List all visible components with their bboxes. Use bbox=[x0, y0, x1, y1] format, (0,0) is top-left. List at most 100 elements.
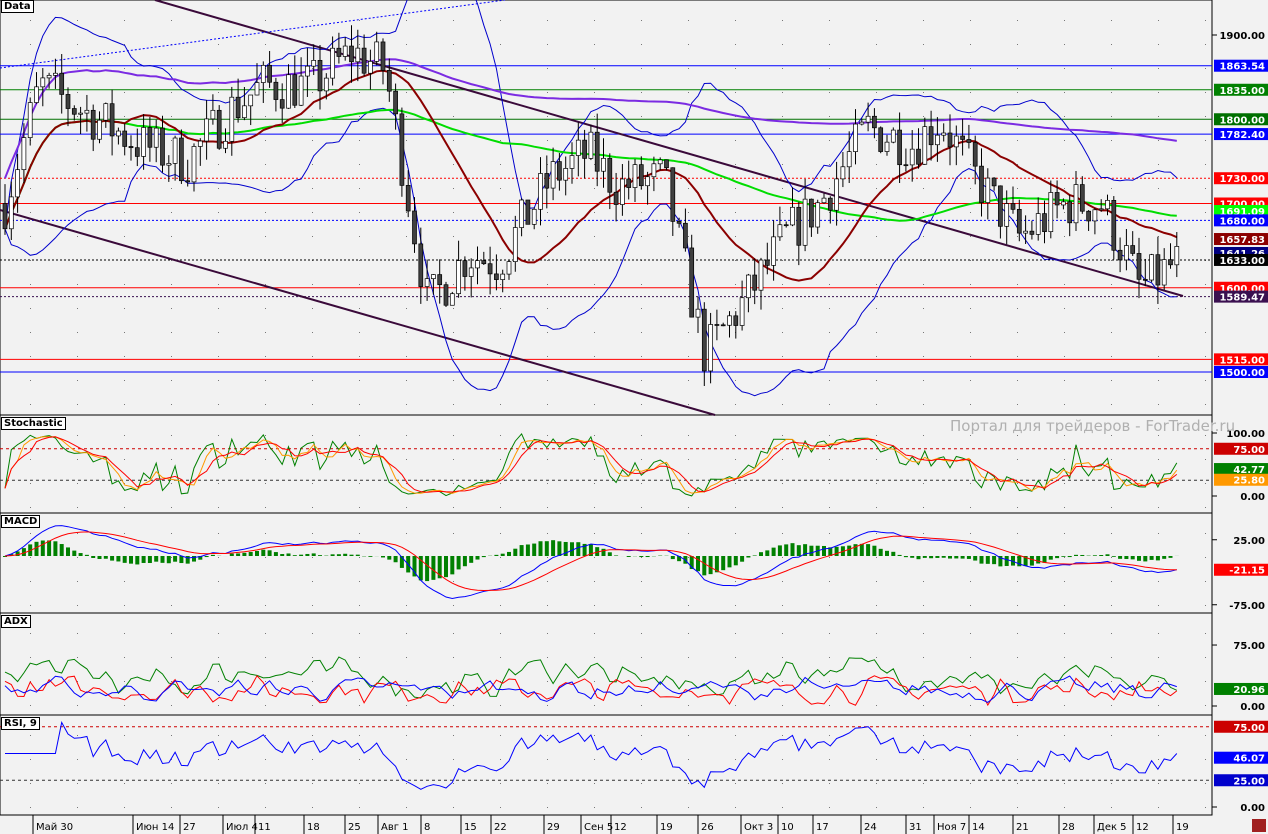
candle-body bbox=[399, 113, 405, 186]
grid-dot bbox=[124, 657, 125, 658]
grid-dot bbox=[876, 581, 877, 582]
macd-histogram-bar bbox=[179, 556, 184, 564]
stoch-value-label: 25.80 bbox=[1233, 476, 1265, 487]
grid-dot bbox=[124, 164, 125, 165]
grid-dot bbox=[124, 783, 125, 784]
grid-dot bbox=[735, 236, 736, 237]
grid-dot bbox=[406, 657, 407, 658]
grid-dot bbox=[312, 380, 313, 381]
grid-dot bbox=[594, 533, 595, 534]
grid-dot bbox=[1111, 783, 1112, 784]
macd-tick-label: -75.00 bbox=[1229, 601, 1265, 612]
grid-dot bbox=[1205, 236, 1206, 237]
candle-body bbox=[991, 177, 997, 187]
grid-dot bbox=[547, 20, 548, 21]
grid-dot bbox=[453, 212, 454, 213]
macd-histogram-bar bbox=[507, 551, 511, 556]
grid-dot bbox=[547, 483, 548, 484]
grid-dot bbox=[124, 92, 125, 93]
grid-dot bbox=[77, 533, 78, 534]
macd-histogram-bar bbox=[708, 556, 713, 575]
time-label: 19 bbox=[1176, 822, 1189, 833]
grid-dot bbox=[77, 483, 78, 484]
candle-body bbox=[1092, 209, 1098, 222]
grid-dot bbox=[547, 435, 548, 436]
grid-dot bbox=[1158, 356, 1159, 357]
grid-dot bbox=[735, 164, 736, 165]
candle-body bbox=[960, 135, 965, 140]
macd-histogram-bar bbox=[349, 554, 354, 556]
grid-dot bbox=[171, 140, 172, 141]
grid-dot bbox=[923, 404, 924, 405]
grid-dot bbox=[641, 581, 642, 582]
grid-dot bbox=[547, 557, 548, 558]
macd-histogram-bar bbox=[1048, 556, 1053, 560]
candle-body bbox=[846, 151, 852, 168]
grid-dot bbox=[735, 404, 736, 405]
grid-dot bbox=[641, 236, 642, 237]
candle-body bbox=[1149, 254, 1154, 281]
grid-dot bbox=[453, 284, 454, 285]
grid-dot bbox=[970, 44, 971, 45]
grid-dot bbox=[829, 116, 830, 117]
price-level-label: 1633.00 bbox=[1219, 256, 1265, 267]
macd-histogram-bar bbox=[1149, 556, 1154, 560]
macd-histogram-bar bbox=[935, 556, 940, 558]
grid-dot bbox=[30, 633, 31, 634]
grid-dot bbox=[547, 380, 548, 381]
grid-dot bbox=[1017, 605, 1018, 606]
grid-dot bbox=[453, 308, 454, 309]
macd-histogram-bar bbox=[721, 556, 726, 571]
grid-dot bbox=[735, 459, 736, 460]
grid-dot bbox=[594, 633, 595, 634]
grid-dot bbox=[1205, 140, 1206, 141]
grid-dot bbox=[876, 533, 877, 534]
grid-dot bbox=[1205, 735, 1206, 736]
grid-dot bbox=[829, 308, 830, 309]
macd-histogram-bar bbox=[885, 550, 889, 556]
grid-dot bbox=[359, 783, 360, 784]
grid-dot bbox=[406, 705, 407, 706]
macd-histogram-bar bbox=[1099, 554, 1104, 556]
candle-body bbox=[928, 126, 934, 146]
grid-dot bbox=[312, 164, 313, 165]
adx-tick-label: 0.00 bbox=[1240, 702, 1265, 713]
scroll-end-button[interactable] bbox=[1252, 819, 1266, 832]
macd-histogram-bar bbox=[166, 556, 171, 564]
grid-dot bbox=[453, 404, 454, 405]
macd-histogram-bar bbox=[154, 556, 159, 562]
macd-histogram-bar bbox=[519, 545, 524, 556]
time-label: 12 bbox=[614, 822, 627, 833]
grid-dot bbox=[500, 605, 501, 606]
grid-dot bbox=[312, 236, 313, 237]
grid-dot bbox=[1064, 705, 1065, 706]
macd-histogram-bar bbox=[1061, 556, 1066, 557]
grid-dot bbox=[1064, 759, 1065, 760]
grid-dot bbox=[406, 581, 407, 582]
trading-chart[interactable]: Май 30 Июн 14 27 Июл 4 11 18 25 Авг 1 8 15 22 29 Сен… bbox=[0, 0, 1268, 834]
watermark: Портал для трейдеров - ForTrader.ru bbox=[950, 417, 1236, 435]
grid-dot bbox=[923, 435, 924, 436]
macd-histogram-bar bbox=[878, 548, 883, 556]
grid-dot bbox=[359, 533, 360, 534]
grid-dot bbox=[923, 332, 924, 333]
grid-dot bbox=[171, 284, 172, 285]
macd-histogram-bar bbox=[475, 556, 480, 560]
grid-dot bbox=[265, 759, 266, 760]
grid-dot bbox=[406, 332, 407, 333]
grid-dot bbox=[782, 212, 783, 213]
grid-dot bbox=[30, 188, 31, 189]
grid-dot bbox=[735, 308, 736, 309]
grid-dot bbox=[406, 735, 407, 736]
grid-dot bbox=[359, 236, 360, 237]
macd-histogram-bar bbox=[66, 547, 70, 556]
macd-histogram-bar bbox=[822, 545, 826, 556]
grid-dot bbox=[1017, 807, 1018, 808]
grid-dot bbox=[30, 356, 31, 357]
grid-dot bbox=[312, 657, 313, 658]
candle-body bbox=[683, 222, 688, 249]
grid-dot bbox=[1158, 332, 1159, 333]
grid-dot bbox=[547, 735, 548, 736]
candle-body bbox=[638, 164, 644, 187]
candle-body bbox=[15, 169, 20, 198]
